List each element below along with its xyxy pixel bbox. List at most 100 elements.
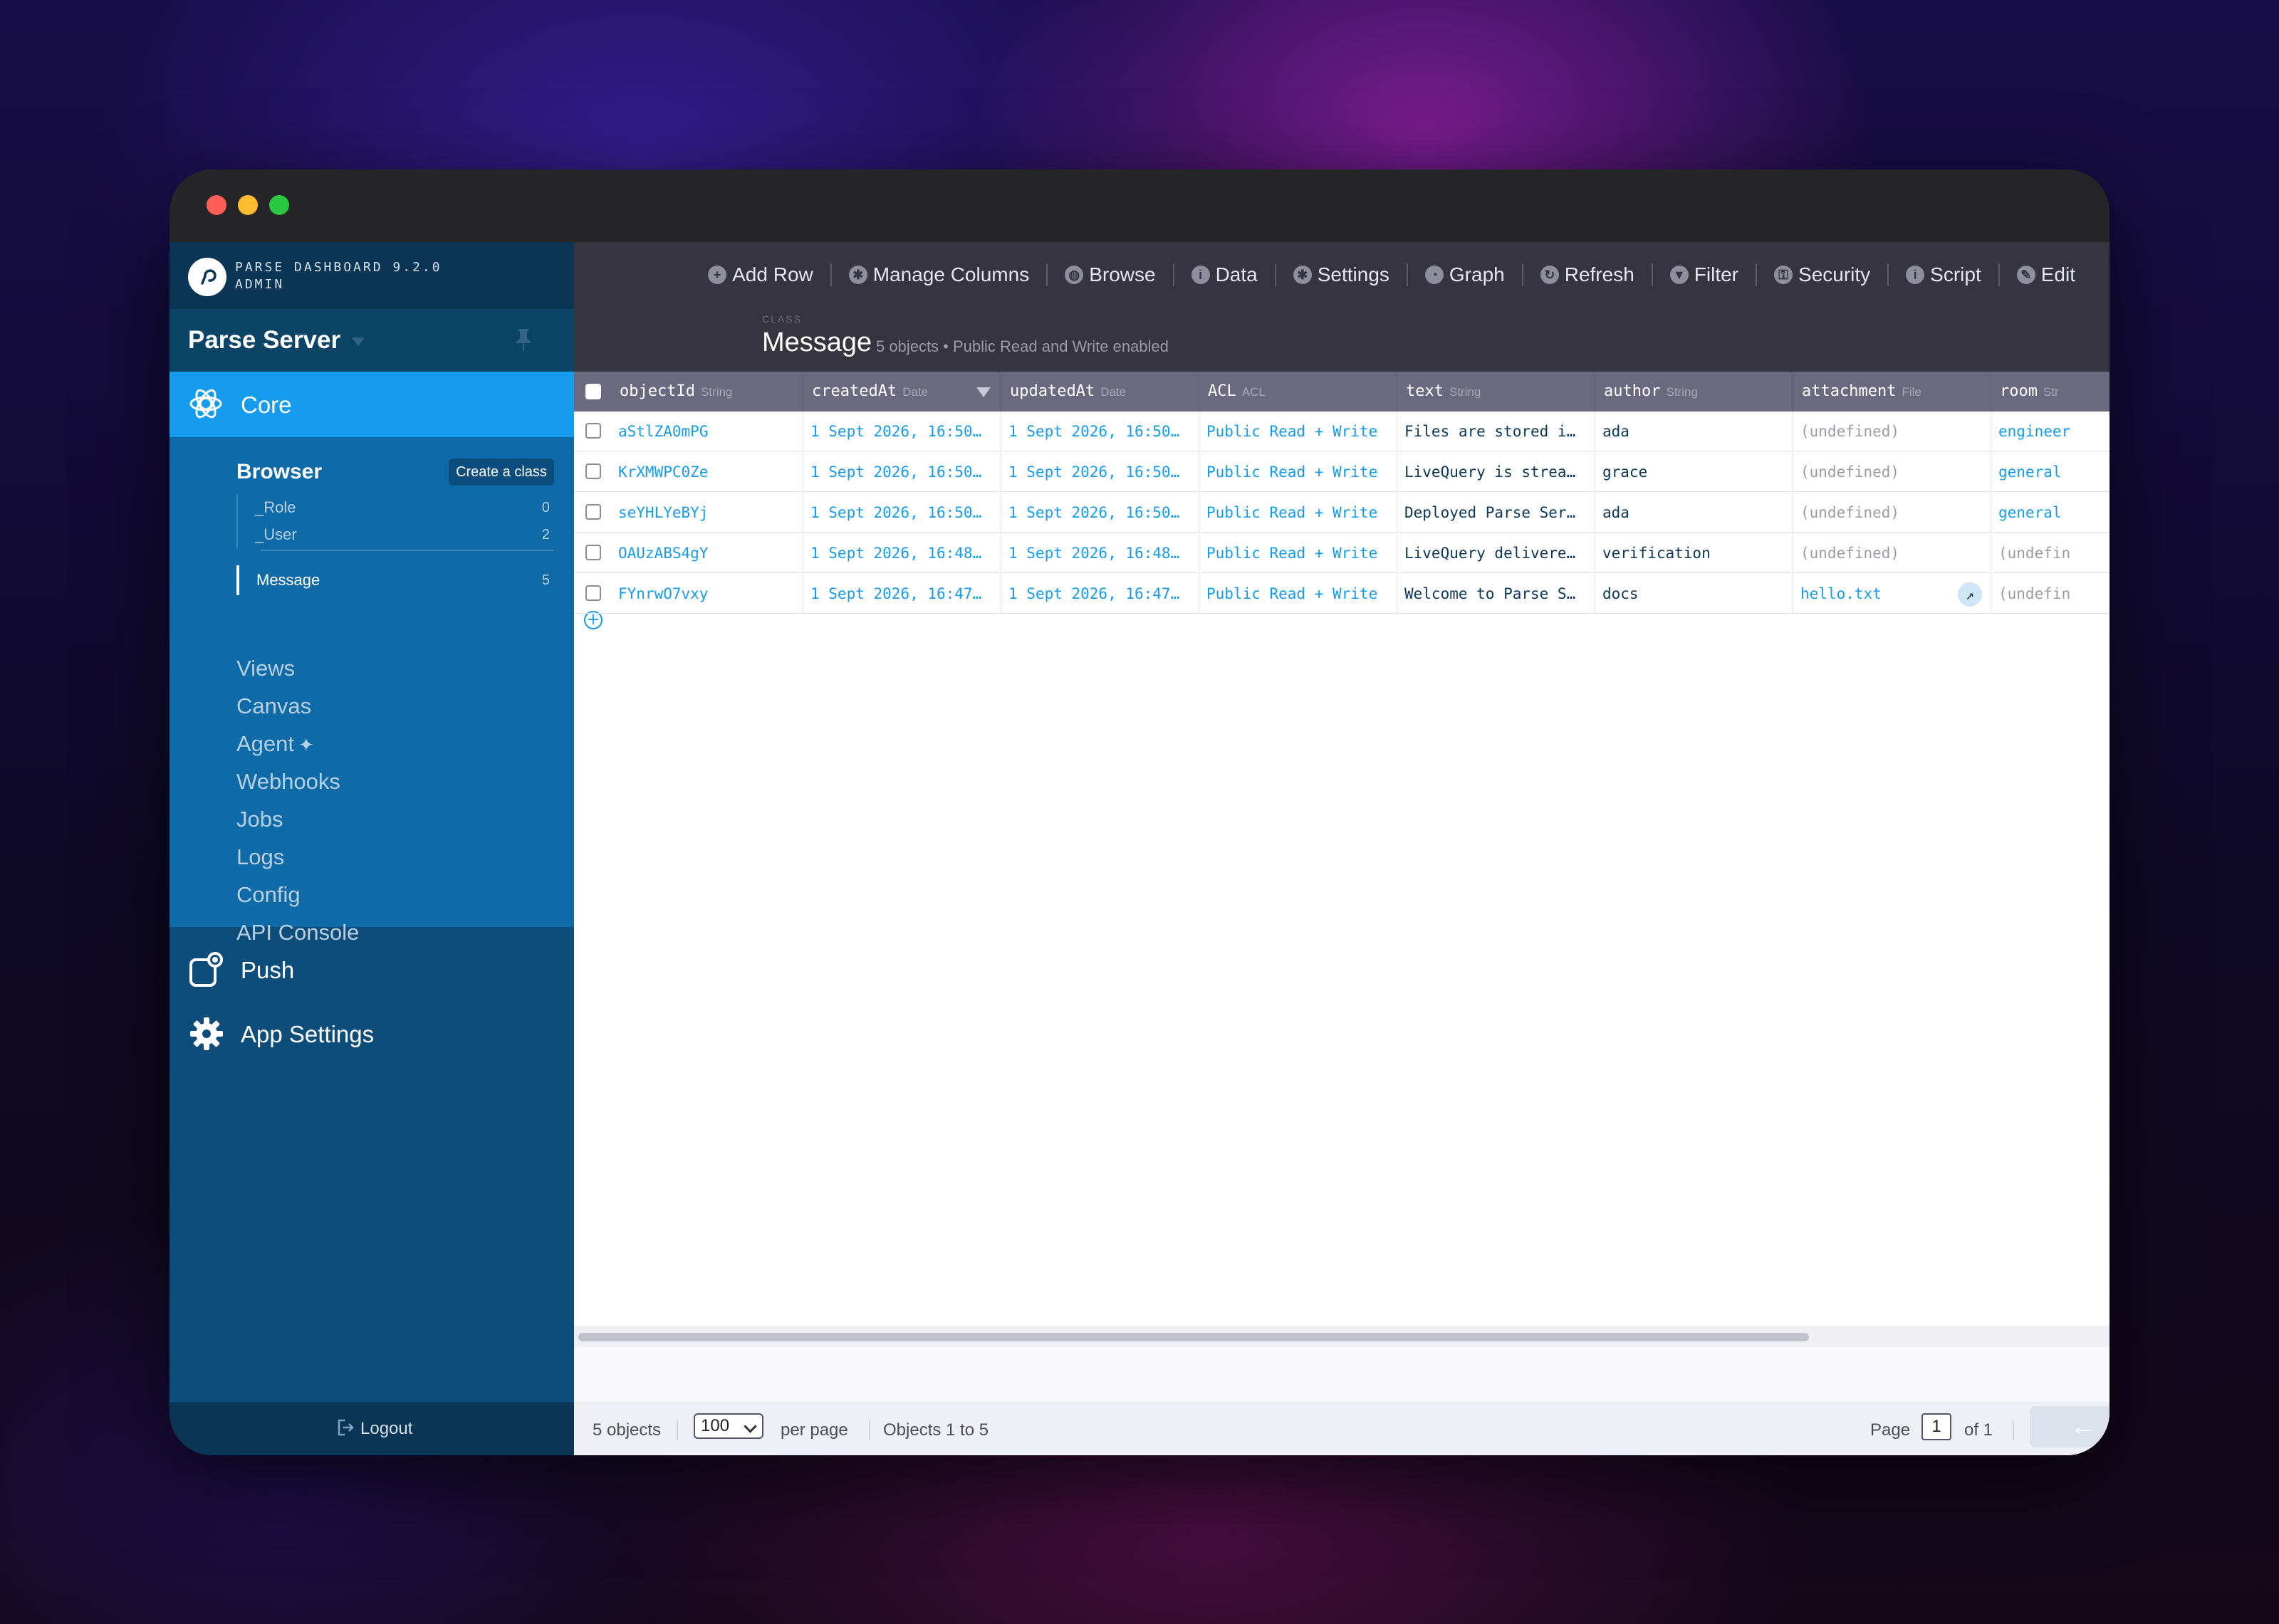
nav-webhooks[interactable]: Webhooks	[236, 763, 359, 800]
table-row[interactable]: OAUzABS4gY 1 Sept 2026, 16:48… 1 Sept 2026…	[574, 533, 2109, 573]
select-all-checkbox[interactable]	[585, 384, 601, 399]
nav-core[interactable]: Core	[170, 372, 574, 437]
cell-objectid[interactable]: KrXMWPC0Ze	[611, 452, 803, 492]
cell-objectid[interactable]: OAUzABS4gY	[611, 533, 803, 573]
cell-attachment[interactable]: (undefined)	[1793, 412, 1991, 451]
row-checkbox[interactable]	[585, 545, 601, 560]
cell-text[interactable]: Files are stored i…	[1397, 412, 1595, 451]
cell-room[interactable]: engineer	[1991, 412, 2109, 451]
class-item-message[interactable]: Message 5	[236, 565, 554, 595]
cell-attachment[interactable]: (undefined)	[1793, 493, 1991, 533]
cell-room[interactable]: general	[1991, 493, 2109, 533]
column-header-attachment[interactable]: attachment File	[1793, 372, 1991, 412]
column-header-text[interactable]: text String	[1397, 372, 1595, 412]
chevron-down-icon[interactable]	[352, 337, 365, 346]
horizontal-scrollbar[interactable]	[574, 1326, 2109, 1347]
sort-descending-icon[interactable]	[976, 387, 991, 397]
open-file-icon[interactable]: ↗	[1958, 582, 1982, 607]
toolbar-refresh-button[interactable]: ↻ Refresh	[1533, 263, 1642, 286]
cell-room[interactable]: general	[1991, 452, 2109, 492]
per-page-select[interactable]: 100	[694, 1413, 763, 1439]
column-header-author[interactable]: author String	[1595, 372, 1793, 412]
table-row[interactable]: aStlZA0mPG 1 Sept 2026, 16:50… 1 Sept 2026…	[574, 412, 2109, 451]
row-checkbox[interactable]	[585, 585, 601, 601]
toolbar-graph-button[interactable]: ◔ Graph	[1418, 263, 1512, 286]
prev-page-button[interactable]: ←	[2030, 1406, 2109, 1447]
cell-createdat[interactable]: 1 Sept 2026, 16:50…	[803, 412, 1001, 451]
zoom-window-button[interactable]	[269, 195, 289, 215]
cell-author[interactable]: ada	[1595, 412, 1793, 451]
minimize-window-button[interactable]	[238, 195, 258, 215]
app-selector[interactable]: Parse Server	[170, 309, 574, 372]
nav-logs[interactable]: Logs	[236, 838, 359, 876]
toolbar-manage-columns-button[interactable]: ✱ Manage Columns	[842, 263, 1036, 286]
cell-text[interactable]: Deployed Parse Ser…	[1397, 493, 1595, 533]
create-class-button[interactable]: Create a class	[449, 459, 554, 486]
cell-room[interactable]: (undefin	[1991, 533, 2109, 573]
row-checkbox[interactable]	[585, 423, 601, 439]
toolbar-data-button[interactable]: i Data	[1184, 263, 1265, 286]
cell-objectid[interactable]: FYnrwO7vxy	[611, 574, 803, 614]
cell-acl[interactable]: Public Read + Write	[1199, 493, 1397, 533]
cell-acl[interactable]: Public Read + Write	[1199, 533, 1397, 573]
cell-updatedat[interactable]: 1 Sept 2026, 16:48…	[1001, 533, 1199, 573]
page-input[interactable]: 1	[1921, 1413, 1951, 1440]
toolbar-browse-button[interactable]: ◍ Browse	[1058, 263, 1162, 286]
nav-agent[interactable]: Agent ✦	[236, 725, 359, 763]
cell-text[interactable]: LiveQuery is strea…	[1397, 452, 1595, 492]
nav-push[interactable]: Push	[170, 941, 574, 998]
cell-updatedat[interactable]: 1 Sept 2026, 16:47…	[1001, 574, 1199, 614]
column-header-updatedat[interactable]: updatedAt Date	[1001, 372, 1199, 412]
cell-acl[interactable]: Public Read + Write	[1199, 412, 1397, 451]
nav-jobs[interactable]: Jobs	[236, 800, 359, 838]
cell-value: 1 Sept 2026, 16:50…	[1008, 423, 1180, 440]
pin-icon[interactable]	[514, 328, 533, 355]
toolbar-security-button[interactable]: ⚿ Security	[1767, 263, 1877, 286]
column-header-acl[interactable]: ACL ACL	[1199, 372, 1397, 412]
cell-acl[interactable]: Public Read + Write	[1199, 452, 1397, 492]
table-row[interactable]: KrXMWPC0Ze 1 Sept 2026, 16:50… 1 Sept 2026…	[574, 452, 2109, 492]
scrollbar-thumb[interactable]	[578, 1333, 1809, 1341]
column-header-createdat[interactable]: createdAt Date	[803, 372, 1001, 412]
table-row[interactable]: seYHLYeBYj 1 Sept 2026, 16:50… 1 Sept 2026…	[574, 493, 2109, 533]
nav-config[interactable]: Config	[236, 876, 359, 913]
logout-button[interactable]: Logout	[336, 1417, 412, 1441]
cell-author[interactable]: grace	[1595, 452, 1793, 492]
nav-canvas[interactable]: Canvas	[236, 687, 359, 725]
cell-author[interactable]: verification	[1595, 533, 1793, 573]
cell-attachment[interactable]: hello.txt ↗	[1793, 574, 1991, 614]
cell-author[interactable]: ada	[1595, 493, 1793, 533]
nav-views[interactable]: Views	[236, 649, 359, 687]
cell-createdat[interactable]: 1 Sept 2026, 16:48…	[803, 533, 1001, 573]
cell-createdat[interactable]: 1 Sept 2026, 16:50…	[803, 493, 1001, 533]
toolbar-filter-button[interactable]: ▼ Filter	[1663, 263, 1746, 286]
cell-acl[interactable]: Public Read + Write	[1199, 574, 1397, 614]
row-checkbox[interactable]	[585, 463, 601, 479]
toolbar-edit-button[interactable]: ✎ Edit	[2010, 263, 2082, 286]
cell-updatedat[interactable]: 1 Sept 2026, 16:50…	[1001, 493, 1199, 533]
cell-text[interactable]: LiveQuery delivere…	[1397, 533, 1595, 573]
toolbar-add-row-button[interactable]: + Add Row	[701, 263, 820, 286]
cell-text[interactable]: Welcome to Parse S…	[1397, 574, 1595, 614]
nav-browser[interactable]: Browser	[236, 460, 322, 484]
toolbar-settings-button[interactable]: ✱ Settings	[1286, 263, 1397, 286]
table-row[interactable]: FYnrwO7vxy 1 Sept 2026, 16:47… 1 Sept 2026…	[574, 574, 2109, 614]
toolbar-script-button[interactable]: i Script	[1899, 263, 1988, 286]
cell-room[interactable]: (undefin	[1991, 574, 2109, 614]
cell-objectid[interactable]: aStlZA0mPG	[611, 412, 803, 451]
cell-objectid[interactable]: seYHLYeBYj	[611, 493, 803, 533]
cell-author[interactable]: docs	[1595, 574, 1793, 614]
cell-createdat[interactable]: 1 Sept 2026, 16:50…	[803, 452, 1001, 492]
nav-app-settings[interactable]: App Settings	[170, 1005, 574, 1062]
cell-attachment[interactable]: (undefined)	[1793, 533, 1991, 573]
class-item-role[interactable]: _Role 0	[236, 494, 554, 521]
close-window-button[interactable]	[207, 195, 226, 215]
class-item-user[interactable]: _User 2	[236, 521, 554, 548]
column-header-room[interactable]: room Str	[1991, 372, 2109, 412]
row-checkbox[interactable]	[585, 504, 601, 520]
cell-attachment[interactable]: (undefined)	[1793, 452, 1991, 492]
column-header-objectid[interactable]: objectId String	[611, 372, 803, 412]
cell-createdat[interactable]: 1 Sept 2026, 16:47…	[803, 574, 1001, 614]
cell-updatedat[interactable]: 1 Sept 2026, 16:50…	[1001, 452, 1199, 492]
cell-updatedat[interactable]: 1 Sept 2026, 16:50…	[1001, 412, 1199, 451]
